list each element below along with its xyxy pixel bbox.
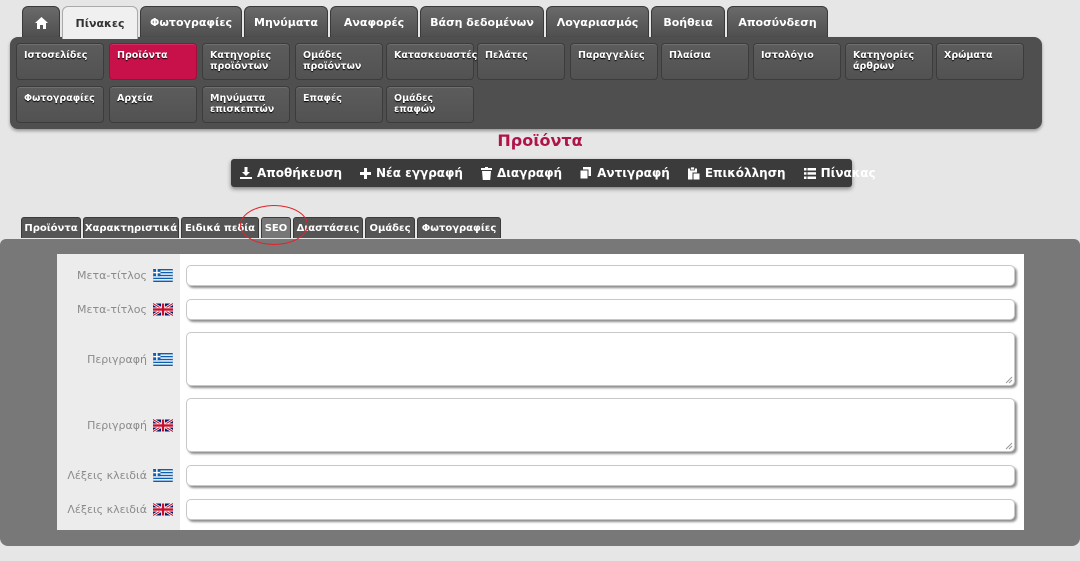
description-en-textarea[interactable] bbox=[186, 398, 1015, 452]
tab-vasi-dedomenon[interactable]: Βάση δεδομένων bbox=[420, 6, 544, 38]
plus-icon bbox=[360, 167, 372, 179]
sub-item-plaisia[interactable]: Πλαίσια bbox=[661, 43, 749, 80]
description-el-textarea[interactable] bbox=[186, 332, 1015, 386]
copy-button-label: Αντιγραφή bbox=[597, 166, 670, 180]
copy-button[interactable]: Αντιγραφή bbox=[580, 166, 670, 180]
sub-item-arxeia[interactable]: Αρχεία bbox=[109, 86, 197, 123]
tab-voitheia[interactable]: Βοήθεια bbox=[651, 6, 725, 38]
action-toolbar: Αποθήκευση Νέα εγγραφή Διαγραφή Αντιγραφ… bbox=[231, 159, 876, 187]
uk-flag-icon bbox=[153, 418, 173, 432]
sub-item-istoselides[interactable]: Ιστοσελίδες bbox=[16, 43, 104, 80]
sub-item-omades-proionton[interactable]: Ομάδες προϊόντων bbox=[295, 43, 383, 80]
sub-item-istologio[interactable]: Ιστολόγιο bbox=[753, 43, 841, 80]
sub-menu-panel: Ιστοσελίδες Προϊόντα Κατηγορίες προϊόντω… bbox=[10, 37, 1042, 129]
tab-minymata[interactable]: Μηνύματα bbox=[244, 6, 328, 38]
keywords-el-label: Λέξεις κλειδιά bbox=[57, 466, 173, 484]
delete-button[interactable]: Διαγραφή bbox=[480, 166, 563, 180]
label-text: Περιγραφή bbox=[87, 352, 147, 366]
description-en-label: Περιγραφή bbox=[57, 416, 173, 434]
paste-button-label: Επικόλληση bbox=[704, 166, 786, 180]
sub-item-katigories-proionton[interactable]: Κατηγορίες προϊόντων bbox=[202, 43, 290, 80]
sub-item-proionta[interactable]: Προϊόντα bbox=[109, 43, 197, 80]
home-icon bbox=[34, 16, 48, 29]
trash-icon bbox=[480, 166, 492, 180]
meta-title-el-label: Μετα-τίτλος bbox=[57, 266, 173, 284]
greek-flag-icon bbox=[153, 468, 173, 482]
tab-pinakes[interactable]: Πίνακες bbox=[62, 6, 138, 39]
new-record-button-label: Νέα εγγραφή bbox=[376, 166, 463, 180]
save-button[interactable]: Αποθήκευση bbox=[240, 166, 342, 180]
keywords-en-input[interactable] bbox=[186, 499, 1015, 520]
meta-title-en-input[interactable] bbox=[186, 299, 1015, 320]
page-title: Προϊόντα bbox=[497, 131, 583, 150]
tab-seo[interactable]: SEO bbox=[261, 217, 291, 238]
table-button-label: Πίνακας bbox=[820, 166, 876, 180]
tab-logariasmos[interactable]: Λογαριασμός bbox=[546, 6, 649, 38]
sub-item-xromata[interactable]: Χρώματα bbox=[936, 43, 1024, 80]
sub-item-katigories-arthron[interactable]: Κατηγορίες άρθρων bbox=[845, 43, 933, 80]
new-record-button[interactable]: Νέα εγγραφή bbox=[360, 166, 463, 180]
tab-aposyndesi[interactable]: Αποσύνδεση bbox=[727, 6, 828, 38]
tab-omades[interactable]: Ομάδες bbox=[365, 217, 415, 238]
description-el-label: Περιγραφή bbox=[57, 350, 173, 368]
save-button-label: Αποθήκευση bbox=[257, 166, 343, 180]
paste-icon bbox=[687, 166, 700, 180]
tab-diastaseis[interactable]: Διαστάσεις bbox=[293, 217, 363, 238]
uk-flag-icon bbox=[153, 302, 173, 316]
keywords-el-input[interactable] bbox=[186, 465, 1015, 486]
label-text: Μετα-τίτλος bbox=[77, 268, 147, 282]
greek-flag-icon bbox=[153, 268, 173, 282]
sub-item-parangelies[interactable]: Παραγγελίες bbox=[570, 43, 658, 80]
sub-item-kataskevastes[interactable]: Κατασκευαστές bbox=[386, 43, 477, 80]
form-label-column bbox=[57, 254, 180, 530]
list-icon bbox=[803, 167, 816, 179]
label-text: Μετα-τίτλος bbox=[77, 302, 147, 316]
delete-button-label: Διαγραφή bbox=[496, 166, 563, 180]
sub-item-minymata-episkepton[interactable]: Μηνύματα επισκεπτών bbox=[202, 86, 290, 123]
tab-home[interactable] bbox=[22, 6, 60, 38]
copy-icon bbox=[580, 167, 592, 179]
tab-fotografies[interactable]: Φωτογραφίες bbox=[417, 217, 501, 238]
tab-xaraktiristika[interactable]: Χαρακτηριστικά bbox=[83, 217, 179, 238]
table-button[interactable]: Πίνακας bbox=[803, 166, 876, 180]
seo-form bbox=[57, 254, 1024, 530]
paste-button[interactable]: Επικόλληση bbox=[687, 166, 786, 180]
label-text: Περιγραφή bbox=[87, 418, 147, 432]
label-text: Λέξεις κλειδιά bbox=[67, 468, 147, 482]
sub-item-omades-epafon[interactable]: Ομάδες επαφών bbox=[386, 86, 474, 123]
sub-item-fotografies[interactable]: Φωτογραφίες bbox=[16, 86, 104, 123]
tab-proionta[interactable]: Προϊόντα bbox=[21, 217, 81, 238]
keywords-en-label: Λέξεις κλειδιά bbox=[57, 500, 173, 518]
sub-item-pelates[interactable]: Πελάτες bbox=[477, 43, 565, 80]
tab-eidika-pedia[interactable]: Ειδικά πεδία bbox=[181, 217, 259, 238]
uk-flag-icon bbox=[153, 502, 173, 516]
label-text: Λέξεις κλειδιά bbox=[67, 502, 147, 516]
sub-item-epafes[interactable]: Επαφές bbox=[295, 86, 383, 123]
download-icon bbox=[240, 167, 252, 179]
meta-title-el-input[interactable] bbox=[186, 265, 1015, 286]
greek-flag-icon bbox=[153, 352, 173, 366]
meta-title-en-label: Μετα-τίτλος bbox=[57, 300, 173, 318]
tab-anafores[interactable]: Αναφορές bbox=[330, 6, 418, 38]
tab-fotografies[interactable]: Φωτογραφίες bbox=[140, 6, 242, 38]
